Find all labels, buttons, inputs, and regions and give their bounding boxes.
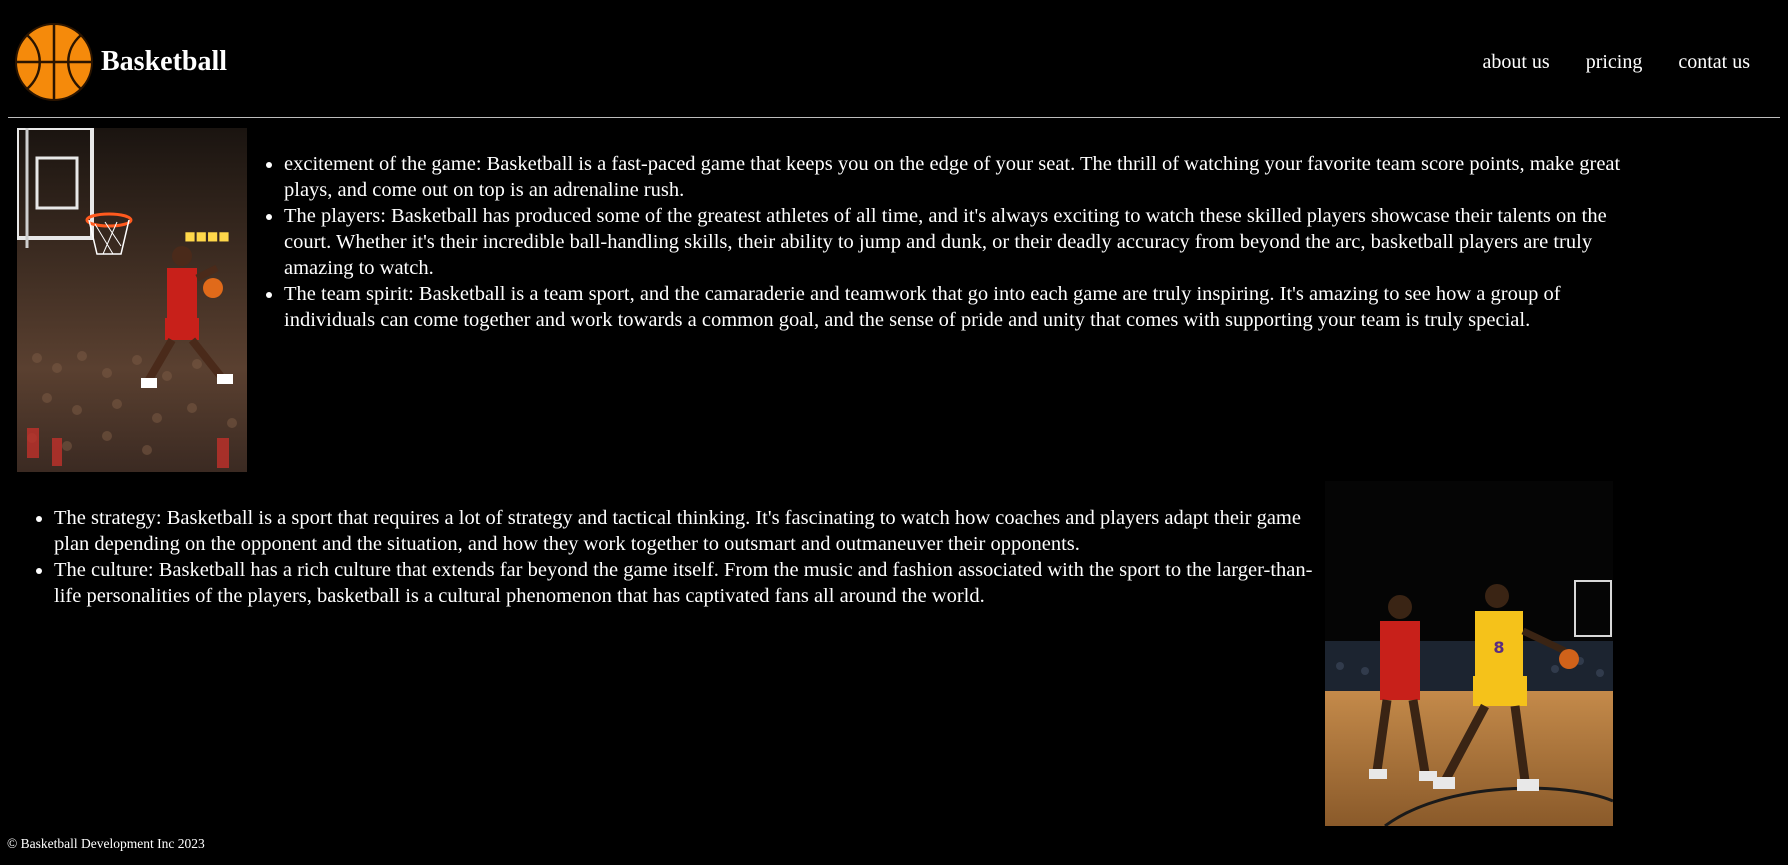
nav-pricing[interactable]: pricing	[1586, 50, 1643, 74]
slam-dunk-photo: ■■■■	[17, 128, 247, 472]
basketball-icon[interactable]	[14, 22, 94, 102]
main-nav: about us pricing contat us	[1482, 50, 1750, 74]
nav-about-us[interactable]: about us	[1482, 50, 1549, 74]
list-item: The team spirit: Basketball is a team sp…	[284, 281, 1624, 333]
list-item: excitement of the game: Basketball is a …	[284, 151, 1624, 203]
svg-text:■■■■: ■■■■	[184, 229, 229, 243]
one-on-one-photo: 8	[1325, 481, 1613, 826]
site-footer: © Basketball Development Inc 2023	[7, 836, 205, 852]
list-item: The players: Basketball has produced som…	[284, 203, 1624, 281]
copyright-text: © Basketball Development Inc 2023	[7, 836, 205, 851]
site-header: Basketball about us pricing contat us	[0, 0, 1788, 118]
reasons-list-2: The strategy: Basketball is a sport that…	[54, 505, 1314, 609]
list-item: The strategy: Basketball is a sport that…	[54, 505, 1314, 557]
reasons-list-1: excitement of the game: Basketball is a …	[284, 151, 1624, 333]
header-divider	[8, 117, 1780, 118]
svg-text:8: 8	[1493, 638, 1504, 657]
site-title[interactable]: Basketball	[101, 44, 227, 80]
list-item: The culture: Basketball has a rich cultu…	[54, 557, 1314, 609]
nav-contact-us[interactable]: contat us	[1678, 50, 1750, 74]
